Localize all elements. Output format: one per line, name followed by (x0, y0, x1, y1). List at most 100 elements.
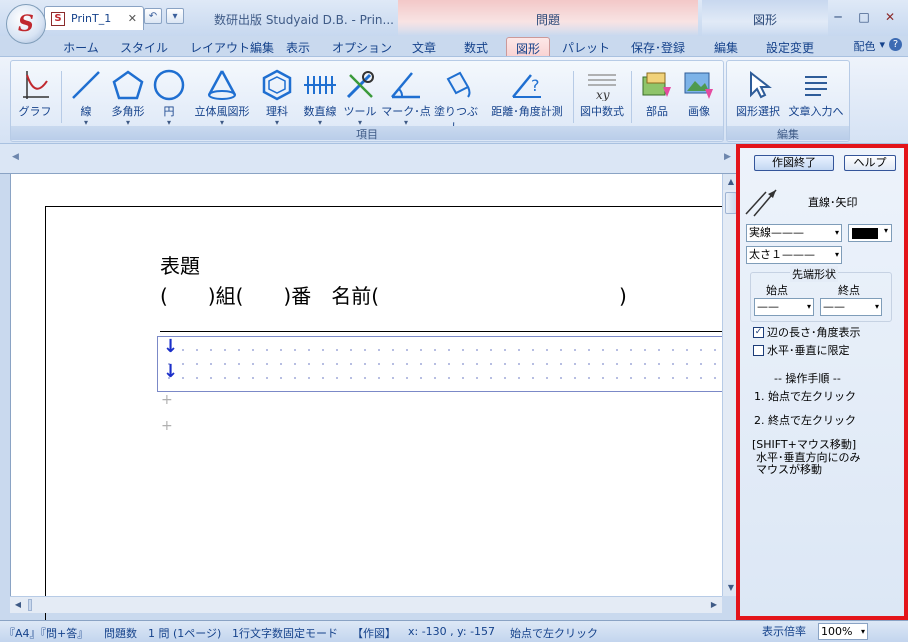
undo-icon[interactable]: ↶ (144, 8, 162, 24)
angle-mark-icon (381, 67, 431, 103)
step-2: 2. 終点で左クリック (754, 414, 856, 427)
tab-option[interactable]: オプション (330, 37, 394, 56)
tab-scroll-right-icon[interactable]: ▶ (724, 152, 731, 162)
tab-save-register[interactable]: 保存･登録 (626, 37, 690, 56)
figure-formula-button[interactable]: xy 図中数式 (577, 67, 627, 119)
line-button[interactable]: 線 ▾ (69, 67, 103, 127)
divider (573, 71, 574, 123)
color-scheme-arrow-icon[interactable]: ▾ (879, 38, 885, 54)
customize-qat-icon[interactable]: ▾ (166, 8, 184, 24)
text-input-button[interactable]: 文章入力へ (785, 67, 847, 119)
tab-style[interactable]: スタイル (116, 37, 172, 56)
hscroll-thumb[interactable] (28, 599, 32, 611)
hexagon-icon (257, 67, 297, 103)
line-marker-icon: + (161, 392, 173, 408)
help-icon[interactable]: ? (889, 38, 902, 51)
line-style-select[interactable]: 実線——— ▾ (746, 224, 842, 242)
step-1: 1. 始点で左クリック (754, 390, 856, 403)
horizontal-scrollbar[interactable]: ◀ ▶ (10, 596, 722, 613)
restrict-hv-checkbox[interactable]: 水平･垂直に限定 (753, 342, 850, 358)
status-coords: x: -130 , y: -157 (408, 625, 496, 638)
line-style-value: 実線——— (749, 226, 804, 239)
group-edit: 図形選択 文章入力へ 編集 (726, 60, 850, 142)
context-tab-zukei: 図形 (702, 0, 828, 36)
document-heading[interactable]: 表題 (160, 250, 200, 279)
close-button[interactable]: ✕ (880, 9, 900, 25)
measure-icon: ? (485, 67, 569, 103)
polygon-button[interactable]: 多角形 ▾ (107, 67, 149, 127)
tab-home[interactable]: ホーム (58, 37, 104, 56)
status-count: 問題数 1 問 (1ページ) (104, 627, 222, 640)
line-color-select[interactable]: ▾ (848, 224, 892, 242)
image-label: 画像 (688, 105, 710, 118)
tab-scroll-left-icon[interactable]: ◀ (12, 152, 19, 162)
dropdown-arrow-icon: ▾ (883, 226, 888, 235)
zoom-select[interactable]: 100% ▾ (818, 623, 868, 640)
tab-palette[interactable]: パレット (562, 37, 610, 56)
number-line-label: 数直線 (303, 105, 337, 118)
document-tab-label: PrinT_1 (71, 12, 112, 25)
dotted-answer-area[interactable] (157, 336, 723, 392)
tab-edit[interactable]: 編集 (708, 37, 744, 56)
minimize-button[interactable]: ─ (828, 9, 848, 25)
close-tab-icon[interactable]: ✕ (128, 12, 137, 25)
status-paper: 『A4』『問+答』 (4, 627, 89, 640)
start-tip-select[interactable]: —— ▾ (754, 298, 814, 316)
ribbon-tabs: ホーム スタイル レイアウト編集 表示 オプション 文章 数式 図形 パレット … (0, 36, 908, 56)
app-logo-letter: S (18, 11, 34, 37)
number-line-button[interactable]: 数直線 ▾ (299, 67, 341, 127)
mark-point-label: マーク･点 (381, 105, 431, 118)
tab-formula[interactable]: 数式 (456, 37, 496, 56)
dropdown-arrow-icon: ▾ (860, 627, 865, 636)
tab-view[interactable]: 表示 (282, 37, 314, 56)
scroll-right-icon[interactable]: ▶ (706, 597, 722, 613)
document-tab[interactable]: S PrinT_1 ✕ (44, 6, 144, 30)
cone-icon (191, 67, 253, 103)
tab-figure[interactable]: 図形 (506, 37, 550, 56)
document-tab-bar (0, 144, 738, 174)
window-title: 数研出版 Studyaid D.B. - Prin... (214, 13, 394, 27)
checkbox-checked-icon[interactable]: ✓ (753, 326, 764, 338)
line-icon (69, 67, 103, 103)
color-scheme-menu[interactable]: 配色 (853, 38, 875, 54)
end-tip-select[interactable]: —— ▾ (820, 298, 882, 316)
solid-figure-button[interactable]: 立体風図形 ▾ (191, 67, 253, 127)
science-button[interactable]: 理科 ▾ (257, 67, 297, 127)
tip-shape-label: 先端形状 (790, 266, 838, 282)
document-app-icon: S (51, 11, 65, 26)
app-logo[interactable]: S (6, 4, 46, 44)
cursor-arrow-icon (731, 67, 785, 103)
divider (61, 71, 62, 123)
tab-layout-edit[interactable]: レイアウト編集 (184, 37, 280, 56)
graph-button[interactable]: グラフ (15, 67, 55, 119)
mark-point-button[interactable]: マーク･点 ▾ (381, 67, 431, 127)
line-arrow-icon (744, 184, 780, 221)
parts-button[interactable]: 部品 (635, 67, 679, 119)
checkbox-unchecked-icon[interactable] (753, 344, 764, 356)
zoom-label: 表示倍率 (762, 625, 806, 638)
measure-button[interactable]: ? 距離･角度計測 (485, 67, 569, 119)
paragraph-mark-icon: ↓ (163, 361, 179, 382)
tab-text[interactable]: 文章 (404, 37, 444, 56)
formula-xy-icon: xy (577, 67, 627, 103)
line-width-select[interactable]: 太さ１——— ▾ (746, 246, 842, 264)
ribbon: グラフ 線 ▾ 多角形 ▾ 円 ▾ 立体風図形 ▾ 理科 ▾ 数直線 ▾ ツール… (0, 56, 908, 144)
image-button[interactable]: 画像 (679, 67, 719, 119)
scroll-left-icon[interactable]: ◀ (10, 597, 26, 613)
show-length-angle-checkbox[interactable]: ✓ 辺の長さ･角度表示 (753, 324, 861, 340)
finish-drawing-button[interactable]: 作図終了 (754, 155, 834, 171)
help-button[interactable]: ヘルプ (844, 155, 896, 171)
maximize-button[interactable]: □ (854, 9, 874, 25)
horizontal-rule (160, 331, 722, 332)
pentagon-icon (107, 67, 149, 103)
circle-button[interactable]: 円 ▾ (151, 67, 187, 127)
fill-button[interactable]: 塗りつぶし (431, 67, 481, 135)
tab-settings[interactable]: 設定変更 (760, 37, 820, 56)
class-name-line[interactable]: ( )組( )番 名前( ) (160, 280, 627, 309)
circle-label: 円 (163, 105, 175, 118)
figure-select-button[interactable]: 図形選択 (731, 67, 785, 119)
graph-label: グラフ (18, 105, 52, 118)
tool-button[interactable]: ツール ▾ (341, 67, 379, 127)
start-point-label: 始点 (766, 284, 788, 297)
group-items-label: 項目 (11, 126, 723, 141)
